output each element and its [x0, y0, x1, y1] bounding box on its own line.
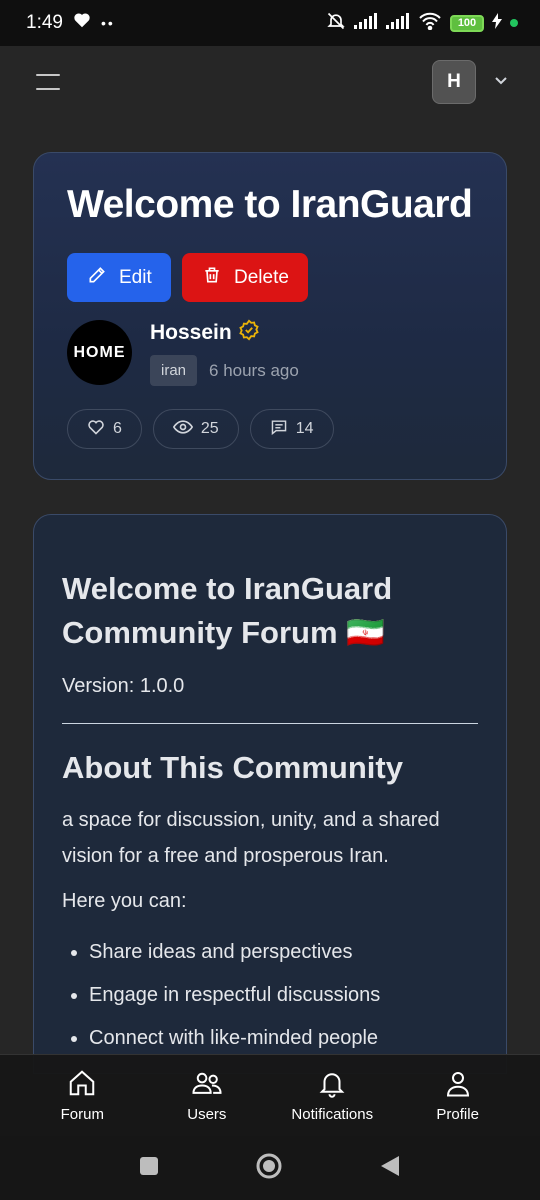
nav-forum[interactable]: Forum: [42, 1068, 122, 1123]
heart-icon: [73, 12, 91, 34]
wifi-icon: [418, 12, 442, 35]
edit-label: Edit: [119, 266, 152, 288]
delete-label: Delete: [234, 266, 289, 288]
views-stat: 25: [152, 409, 239, 449]
nav-notifications[interactable]: Notifications: [291, 1068, 373, 1123]
author-name[interactable]: Hossein: [150, 321, 232, 345]
eye-icon: [172, 419, 194, 440]
charging-icon: [492, 12, 502, 34]
comment-icon: [270, 419, 288, 440]
views-count: 25: [200, 420, 219, 437]
post-title: Welcome to IranGuard: [67, 183, 473, 226]
likes-count: 6: [113, 420, 122, 437]
bottom-navigation: Forum Users Notifications Profile: [0, 1054, 540, 1136]
profile-icon: [443, 1068, 473, 1102]
likes-button[interactable]: 6: [67, 409, 142, 449]
divider: [62, 723, 478, 724]
recent-apps-icon[interactable]: [139, 1156, 159, 1181]
post-time: 6 hours ago: [209, 360, 299, 380]
comments-count: 14: [295, 420, 314, 437]
mute-bell-icon: [326, 11, 346, 36]
nav-notifications-label: Notifications: [291, 1106, 374, 1123]
battery-icon: 100: [450, 14, 484, 32]
heart-outline-icon: [87, 419, 105, 440]
system-navigation-bar: [0, 1136, 540, 1200]
feature-list: Share ideas and perspectives Engage in r…: [62, 931, 478, 1060]
user-menu[interactable]: H: [432, 60, 508, 104]
edit-icon: [87, 265, 107, 291]
status-time: 1:49: [26, 12, 63, 33]
nav-users-label: Users: [187, 1106, 227, 1123]
here-you-can-text: Here you can:: [62, 890, 187, 912]
trash-icon: [202, 265, 222, 291]
post-content-card: Welcome to IranGuard Community Forum 🇮🇷 …: [33, 514, 507, 1074]
users-icon: [191, 1068, 223, 1102]
user-avatar[interactable]: H: [432, 60, 476, 104]
nav-profile-label: Profile: [436, 1106, 479, 1123]
signal-icon-2: [386, 12, 410, 34]
content-heading: Welcome to IranGuard Community Forum 🇮🇷: [62, 571, 393, 650]
menu-icon[interactable]: [36, 74, 60, 90]
nav-forum-label: Forum: [60, 1106, 104, 1123]
more-notifications-icon: ••: [100, 15, 115, 31]
bell-icon: [317, 1068, 347, 1102]
tag-badge[interactable]: iran: [150, 355, 198, 386]
verified-badge-icon: [238, 319, 260, 347]
about-text: a space for discussion, unity, and a sha…: [62, 809, 440, 867]
list-item: Engage in respectful discussions: [89, 974, 478, 1017]
list-item: Share ideas and perspectives: [89, 931, 478, 974]
chevron-down-icon[interactable]: [494, 73, 508, 91]
status-bar: 1:49 •• 100: [0, 0, 540, 46]
signal-icon: [354, 12, 378, 34]
edit-button[interactable]: Edit: [67, 253, 171, 302]
author-avatar[interactable]: HOME: [67, 320, 132, 385]
comments-button[interactable]: 14: [249, 409, 334, 449]
nav-profile[interactable]: Profile: [418, 1068, 498, 1123]
app-bar: H: [0, 46, 540, 118]
home-icon: [67, 1068, 97, 1102]
home-button-icon[interactable]: [255, 1152, 283, 1185]
privacy-indicator-icon: [510, 19, 518, 27]
nav-users[interactable]: Users: [167, 1068, 247, 1123]
post-header-card: Welcome to IranGuard Edit Delete HOME Ho…: [33, 152, 507, 480]
back-icon[interactable]: [379, 1154, 401, 1183]
delete-button[interactable]: Delete: [182, 253, 308, 302]
about-heading: About This Community: [62, 750, 403, 785]
version-text: Version: 1.0.0: [62, 675, 185, 697]
